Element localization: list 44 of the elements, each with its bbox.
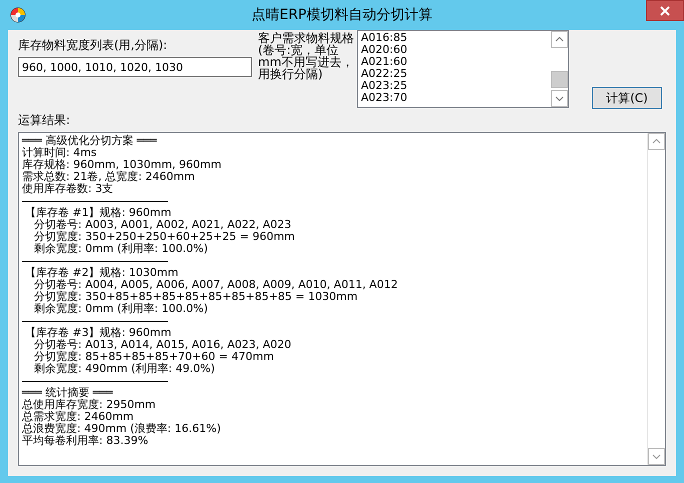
result-heading: ═══ 统计摘要 ═══ xyxy=(22,387,114,399)
scroll-down-icon[interactable] xyxy=(648,448,665,465)
scrollbar-thumb[interactable] xyxy=(551,71,568,88)
result-line: 分切宽度: 350+250+250+60+25+25 = 960mm xyxy=(33,231,296,243)
roll-heading: 【库存卷 #3】规格: 960mm xyxy=(24,327,172,339)
result-line: 库存规格: 960mm, 1030mm, 960mm xyxy=(22,159,222,171)
scroll-up-icon[interactable] xyxy=(648,133,665,150)
scroll-up-icon[interactable] xyxy=(551,31,568,48)
result-line: 剩余宽度: 0mm (利用率: 100.0%) xyxy=(33,243,209,255)
demand-line: A016:85 xyxy=(361,32,408,44)
window-title: 点晴ERP模切料自动分切计算 xyxy=(251,6,432,24)
stock-width-field[interactable]: 960, 1000, 1010, 1020, 1030 xyxy=(18,57,252,77)
scroll-down-icon[interactable] xyxy=(551,90,568,107)
demand-textarea[interactable]: A016:85 A020:60 A021:60 A022:25 A023:25 A023:70 xyxy=(357,30,569,108)
result-line: 剩余宽度: 0mm (利用率: 100.0%) xyxy=(33,303,209,315)
calculate-button[interactable]: 计算(C) xyxy=(592,87,662,109)
result-line: 分切卷号: A013, A014, A015, A016, A023, A020 xyxy=(33,339,292,351)
result-line: 总浪费宽度: 490mm (浪费率: 16.61%) xyxy=(22,423,222,435)
result-textarea[interactable] xyxy=(18,132,666,466)
result-line: 分切宽度: 85+85+85+85+70+60 = 470mm xyxy=(33,351,275,363)
demand-line: A023:70 xyxy=(361,92,408,104)
demand-line: A020:60 xyxy=(361,44,408,56)
field-label: 库存物料宽度列表(用,分隔): xyxy=(18,37,168,54)
result-line: 分切卷号: A003, A001, A002, A021, A022, A023 xyxy=(33,219,292,231)
result-line: 总使用库存宽度: 2950mm xyxy=(22,399,157,411)
result-heading: ═══ 高级优化分切方案 ═══ xyxy=(22,135,158,147)
roll-heading: 【库存卷 #2】规格: 1030mm xyxy=(24,267,180,279)
result-line: 分切卷号: A004, A005, A006, A007, A008, A009, A010, A011, A012 xyxy=(33,279,399,291)
result-line: 剩余宽度: 490mm (利用率: 49.0%) xyxy=(33,363,216,375)
result-line: 需求总数: 21卷, 总宽度: 2460mm xyxy=(22,171,196,183)
result-line: 分切宽度: 350+85+85+85+85+85+85+85+85 = 1030mm xyxy=(33,291,359,303)
roll-heading: 【库存卷 #1】规格: 960mm xyxy=(24,207,172,219)
close-icon xyxy=(660,6,670,16)
close-button[interactable] xyxy=(646,0,684,21)
result-line: 平均每卷利用率: 83.39% xyxy=(22,435,150,447)
result-line: 使用库存卷数: 3支 xyxy=(22,183,114,195)
demand-line: A022:25 xyxy=(361,68,408,80)
demand-line: A023:25 xyxy=(361,80,408,92)
result-line: 计算时间: 4ms xyxy=(22,147,98,159)
app-logo-icon xyxy=(10,7,26,23)
demand-line: A021:60 xyxy=(361,56,408,68)
field-label: 客户需求物料规格(卷号:宽，单位mm不用写进去，用换行分隔) xyxy=(258,32,354,83)
result-line: 总需求宽度: 2460mm xyxy=(22,411,134,423)
result-label: 运算结果: xyxy=(18,112,72,129)
